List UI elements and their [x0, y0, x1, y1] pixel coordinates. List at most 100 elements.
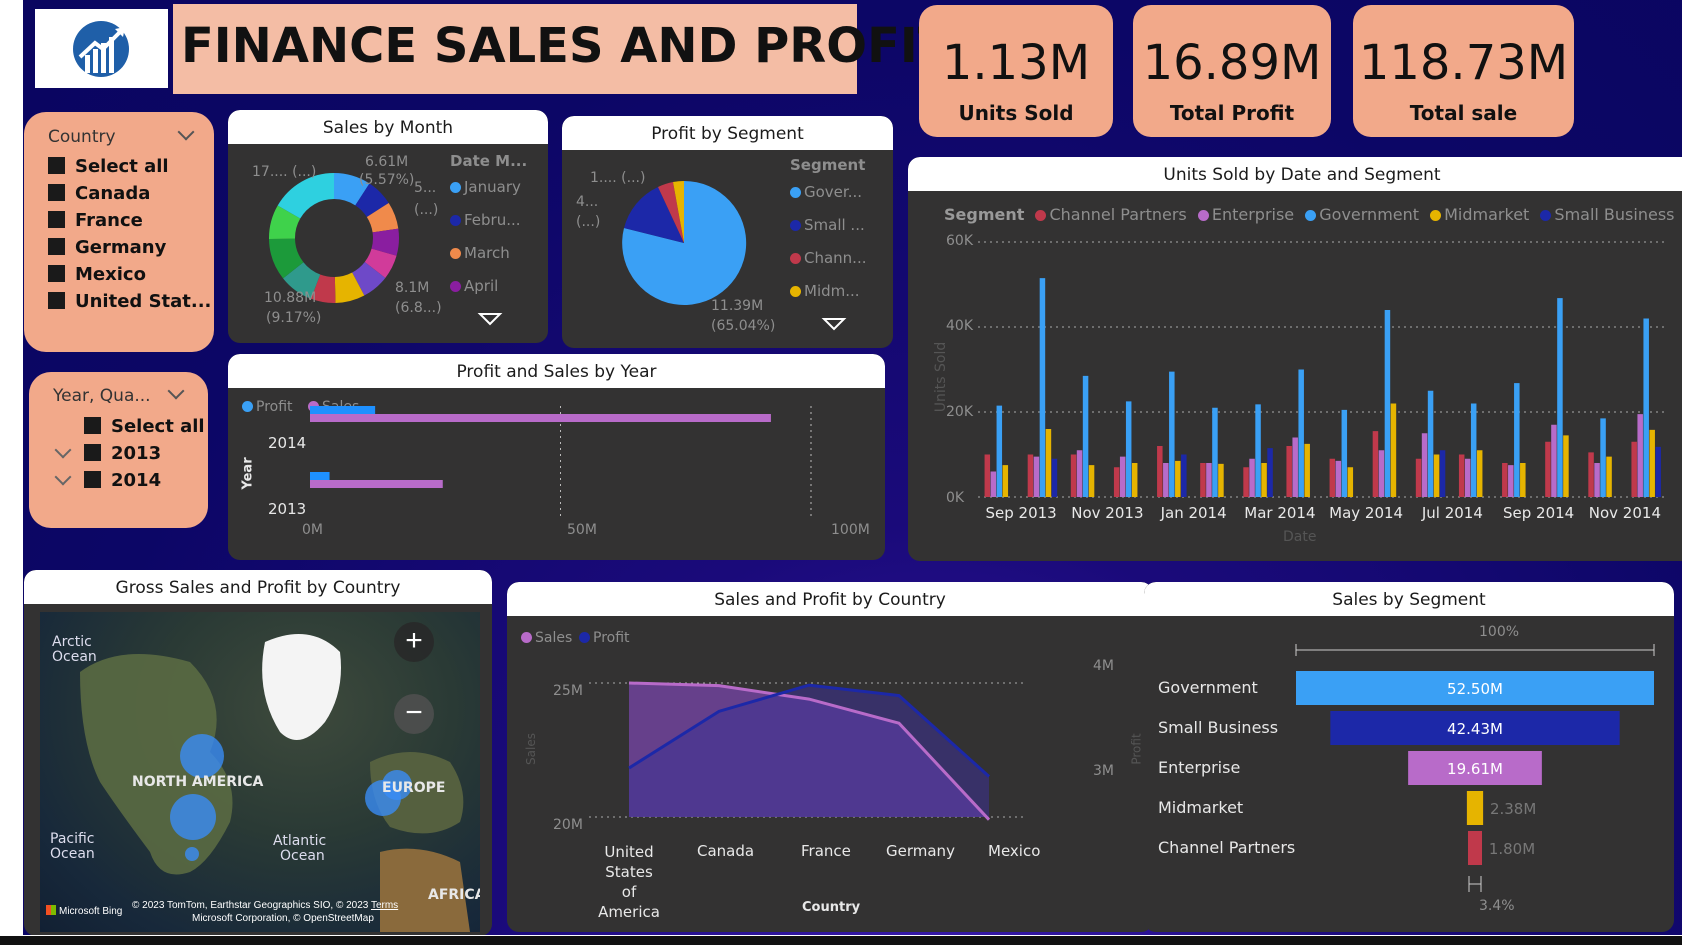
zoom-out-button[interactable]: −: [394, 694, 434, 734]
bar-midmarket: [1088, 465, 1095, 497]
legend-item-april[interactable]: April: [450, 277, 498, 295]
sales-by-segment-card[interactable]: Sales by Segment 100% 3.4% 52.50M 42.43M 1…: [1144, 582, 1674, 932]
checkbox[interactable]: [48, 157, 65, 174]
units-by-date-card[interactable]: Units Sold by Date and Segment Segment C…: [908, 157, 1682, 561]
bar-midmarket: [1563, 435, 1569, 497]
checkbox[interactable]: [84, 444, 101, 461]
checkbox[interactable]: [48, 265, 65, 282]
terms-link[interactable]: Terms: [371, 900, 398, 911]
chevron-down-icon[interactable]: [167, 382, 185, 400]
bar-channel-partners: [1027, 454, 1034, 497]
map-bubble[interactable]: [170, 794, 216, 840]
bar-government: [1514, 383, 1520, 497]
checkbox[interactable]: [48, 184, 65, 201]
map-label: Pacific: [50, 831, 95, 847]
chevron-down-icon[interactable]: [177, 123, 195, 141]
donut-label: 6.61M: [365, 154, 409, 170]
map-bubble[interactable]: [180, 734, 224, 778]
more-legend-arrow-icon: [821, 318, 847, 331]
bar-sales-2014: [310, 414, 771, 422]
bar-enterprise: [1249, 458, 1255, 497]
bar-profit-2014: [310, 406, 376, 414]
map-view[interactable]: Arctic Ocean NORTH AMERICA EUROPE Pacifi…: [40, 612, 480, 932]
zoom-in-button[interactable]: +: [394, 622, 434, 662]
bar-government: [1255, 404, 1261, 497]
profit-sales-by-year-chart[interactable]: [228, 354, 885, 560]
legend-item-channel-partners[interactable]: Chann...: [790, 249, 867, 267]
bar-channel-partners: [1243, 467, 1249, 497]
bar-enterprise: [1292, 437, 1298, 497]
bar-midmarket: [1476, 450, 1483, 497]
legend-item-small-business[interactable]: Small ...: [790, 216, 865, 234]
x-tick: Nov 2014: [1589, 504, 1661, 522]
slicer-item-2014[interactable]: 2014: [84, 470, 161, 491]
slicer-item-united-states[interactable]: United Stat...: [48, 291, 211, 312]
sales-profit-country-card[interactable]: Sales and Profit by Country Sales Profit…: [507, 582, 1153, 932]
checkbox[interactable]: [48, 211, 65, 228]
slicer-item-germany[interactable]: Germany: [48, 237, 166, 258]
kpi-value: 118.73M: [1358, 35, 1569, 91]
country-slicer[interactable]: Country Select all Canada France Germany…: [24, 112, 214, 352]
x-tick: 0M: [302, 522, 323, 538]
sales-by-month-card[interactable]: Sales by Month 17.... (...) 6.61M (5.57%…: [228, 110, 548, 343]
profit-sales-by-year-card[interactable]: Profit and Sales by Year Profit Sales Ye…: [228, 354, 885, 560]
bar-enterprise: [1163, 463, 1169, 497]
slicer-item-france[interactable]: France: [48, 210, 143, 231]
bar-midmarket: [1304, 443, 1310, 497]
funnel-value-label: 1.80M: [1489, 840, 1535, 858]
bar-channel-partners: [1157, 446, 1163, 497]
funnel-bar-channel-partners: [1468, 831, 1482, 865]
year-slicer[interactable]: Year, Qua... Select all 2013 2014: [29, 372, 208, 528]
map-label: Ocean: [50, 846, 95, 862]
bar-midmarket: [1045, 429, 1052, 497]
checkbox[interactable]: [48, 238, 65, 255]
legend-item-march[interactable]: March: [450, 244, 510, 262]
pie-label: (65.04%): [711, 318, 776, 334]
legend-item-government[interactable]: Gover...: [790, 183, 862, 201]
legend-item-january[interactable]: January: [450, 178, 521, 196]
bar-government: [1470, 403, 1477, 497]
bar-enterprise: [1335, 460, 1342, 497]
kpi-units-sold: 1.13M Units Sold: [919, 5, 1113, 137]
slicer-item-select-all[interactable]: Select all: [84, 416, 205, 437]
x-tick: 100M: [831, 522, 870, 538]
bing-logo: Microsoft Bing: [46, 905, 122, 917]
slicer-item-2013[interactable]: 2013: [84, 443, 161, 464]
checkbox[interactable]: [84, 471, 101, 488]
slicer-item-select-all[interactable]: Select all: [48, 156, 169, 177]
profit-by-segment-card[interactable]: Profit by Segment 1.... (...) 4... (...)…: [562, 116, 893, 348]
x-tick: 50M: [567, 522, 597, 538]
bar-profit-2013: [310, 472, 330, 480]
slicer-item-mexico[interactable]: Mexico: [48, 264, 146, 285]
bar-channel-partners: [1631, 441, 1637, 497]
legend-item-february[interactable]: Febru...: [450, 211, 521, 229]
map-card[interactable]: Gross Sales and Profit by Country Arctic…: [24, 570, 492, 935]
checkbox[interactable]: [84, 417, 101, 434]
bar-enterprise: [1378, 450, 1385, 497]
checkbox[interactable]: [48, 292, 65, 309]
kpi-label: Units Sold: [958, 101, 1074, 125]
bar-enterprise: [1076, 450, 1083, 497]
bar-enterprise: [990, 471, 997, 497]
chart-growth-logo-icon: [73, 21, 129, 77]
bar-enterprise: [1206, 463, 1212, 497]
slicer-item-canada[interactable]: Canada: [48, 183, 150, 204]
kpi-value: 1.13M: [941, 35, 1091, 91]
bar-midmarket: [1175, 460, 1181, 497]
donut-label: (9.17%): [266, 310, 322, 326]
x-label-usa: United States of America: [598, 843, 660, 921]
legend-item-midmarket[interactable]: Midm...: [790, 282, 860, 300]
bar-small-business: [1267, 448, 1273, 497]
x-tick: May 2014: [1329, 504, 1403, 522]
map-attribution: © 2023 TomTom, Earthstar Geographics SIO…: [132, 900, 399, 911]
bar-government: [1298, 369, 1304, 497]
page-title: FINANCE SALES AND PROFIT: [181, 18, 951, 74]
map-bubble[interactable]: [185, 847, 199, 861]
expand-chevron-icon[interactable]: [54, 468, 72, 486]
sales-by-segment-funnel[interactable]: 52.50M 42.43M 19.61M 2.38M 1.80M: [1144, 582, 1674, 932]
units-by-date-chart[interactable]: Sep 2013 Nov 2013 Jan 2014 Mar 2014 May 2014…: [908, 157, 1682, 561]
funnel-category: Enterprise: [1158, 758, 1241, 777]
legend-title: Date M...: [450, 152, 528, 170]
map-label: NORTH AMERICA: [132, 774, 264, 790]
expand-chevron-icon[interactable]: [54, 441, 72, 459]
